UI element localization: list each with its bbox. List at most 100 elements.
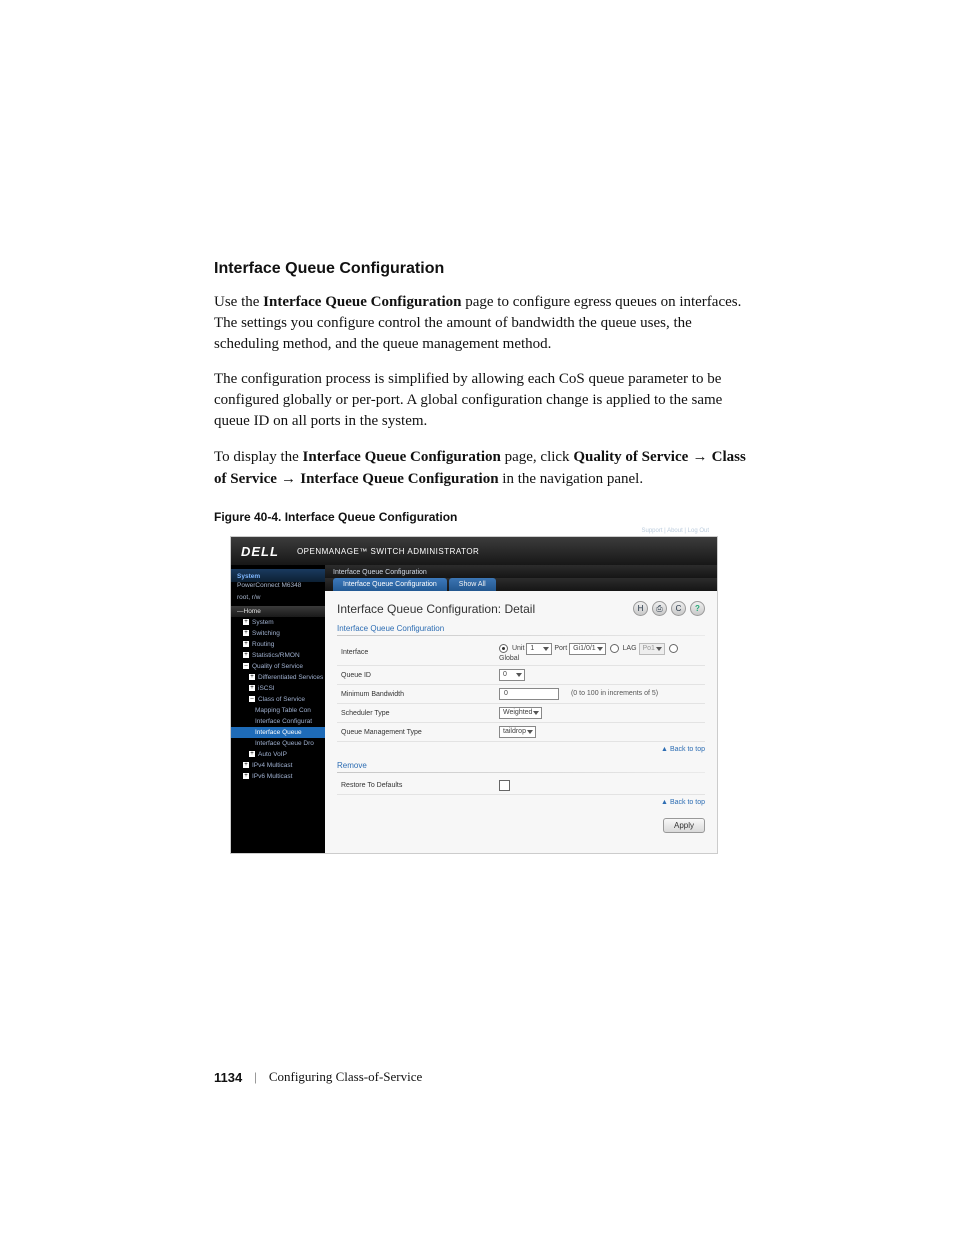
expand-icon: + (249, 751, 255, 757)
nav-sidebar: System PowerConnect M6348 root, r/w —Hom… (231, 565, 325, 853)
screenshot-interface-queue-config: Support | About | Log Out DELL OPENMANAG… (230, 536, 718, 854)
arrow-icon: → (277, 470, 300, 487)
sidebar-item-interface-queue[interactable]: Interface Queue (231, 727, 325, 738)
row-interface: Interface Unit 1 Port Gi1/0/1 LAG Po1 (337, 640, 705, 666)
sidebar-item-ipv4-multicast[interactable]: +IPv4 Multicast (231, 760, 325, 771)
sidebar-item-label: iSCSI (258, 685, 275, 692)
section-link-iqc[interactable]: Interface Queue Configuration (337, 624, 705, 633)
label-min-bandwidth: Minimum Bandwidth (337, 685, 495, 704)
product-name: OPENMANAGE™ SWITCH ADMINISTRATOR (297, 547, 479, 556)
paragraph-2: The configuration process is simplified … (214, 369, 754, 432)
sidebar-item-interface-config[interactable]: Interface Configurat (231, 716, 325, 727)
label-queue-mgmt-type: Queue Management Type (337, 723, 495, 742)
sidebar-item-label: Class of Service (258, 696, 305, 703)
back-to-top-label: Back to top (670, 746, 705, 753)
sidebar-item-iscsi[interactable]: +iSCSI (231, 683, 325, 694)
sidebar-item-label: Interface Queue Dro (255, 740, 314, 747)
triangle-up-icon: ▲ (661, 746, 668, 753)
arrow-icon: → (688, 448, 711, 465)
back-to-top-link-2[interactable]: ▲Back to top (337, 799, 705, 806)
app-topbar: Support | About | Log Out DELL OPENMANAG… (231, 537, 717, 565)
expand-icon: + (243, 773, 249, 779)
help-icon[interactable]: ? (690, 601, 705, 616)
back-to-top-label: Back to top (670, 799, 705, 806)
port-select[interactable]: Gi1/0/1 (569, 643, 606, 655)
tab-row: Interface Queue Configuration Show All (325, 578, 717, 591)
radio-global[interactable] (669, 644, 678, 653)
scheduler-type-select[interactable]: Weighted (499, 707, 542, 719)
section-heading: Interface Queue Configuration (214, 260, 754, 278)
refresh-icon[interactable]: C (671, 601, 686, 616)
divider (337, 635, 705, 636)
sidebar-item-system[interactable]: +System (231, 617, 325, 628)
sidebar-item-interface-queue-drop[interactable]: Interface Queue Dro (231, 738, 325, 749)
apply-button[interactable]: Apply (663, 818, 705, 833)
text: To display the (214, 449, 303, 465)
unit-label: Unit (512, 645, 524, 652)
figure-caption: Figure 40-4. Interface Queue Configurati… (214, 510, 754, 524)
config-table: Interface Unit 1 Port Gi1/0/1 LAG Po1 (337, 640, 705, 742)
sidebar-item-statistics[interactable]: +Statistics/RMON (231, 650, 325, 661)
expand-icon: + (243, 619, 249, 625)
tab-show-all[interactable]: Show All (449, 578, 496, 591)
label-restore-defaults: Restore To Defaults (337, 777, 495, 795)
label-interface: Interface (337, 640, 495, 666)
sidebar-system-header: System (231, 569, 325, 582)
sidebar-item-qos[interactable]: –Quality of Service (231, 661, 325, 672)
nav-step-1: Quality of Service (573, 449, 688, 465)
brand-logo: DELL (241, 544, 279, 559)
sidebar-user-role: root, r/w (231, 594, 325, 606)
sidebar-item-switching[interactable]: +Switching (231, 628, 325, 639)
detail-title: Interface Queue Configuration: Detail (337, 602, 535, 616)
triangle-up-icon: ▲ (661, 799, 668, 806)
top-links[interactable]: Support | About | Log Out (642, 528, 710, 534)
row-scheduler-type: Scheduler Type Weighted (337, 704, 705, 723)
radio-lag[interactable] (610, 644, 619, 653)
sidebar-item-home[interactable]: —Home (231, 606, 325, 617)
sidebar-item-diffserv[interactable]: +Differentiated Services (231, 672, 325, 683)
port-label: Port (554, 645, 567, 652)
global-label: Global (499, 655, 519, 662)
sidebar-item-ipv6-multicast[interactable]: +IPv6 Multicast (231, 771, 325, 782)
min-bandwidth-hint: (0 to 100 in increments of 5) (571, 690, 658, 697)
lag-select: Po1 (639, 643, 665, 655)
expand-icon: + (243, 652, 249, 658)
page-footer: 1134 | Configuring Class-of-Service (214, 1069, 422, 1085)
sidebar-item-mapping-table[interactable]: Mapping Table Con (231, 705, 325, 716)
collapse-icon: – (243, 663, 249, 669)
print-icon[interactable]: ⎙ (652, 601, 667, 616)
restore-defaults-checkbox[interactable] (499, 780, 510, 791)
sidebar-item-routing[interactable]: +Routing (231, 639, 325, 650)
expand-icon: + (243, 630, 249, 636)
sidebar-item-label: Differentiated Services (258, 674, 323, 681)
lag-label: LAG (623, 645, 637, 652)
label-queue-id: Queue ID (337, 666, 495, 685)
min-bandwidth-input[interactable]: 0 (499, 688, 559, 700)
remove-table: Restore To Defaults (337, 777, 705, 795)
sidebar-item-label: Quality of Service (252, 663, 303, 670)
expand-icon: + (243, 641, 249, 647)
sidebar-item-cos[interactable]: –Class of Service (231, 694, 325, 705)
tab-interface-queue-config[interactable]: Interface Queue Configuration (333, 578, 447, 591)
section-link-remove[interactable]: Remove (337, 761, 705, 770)
sidebar-item-auto-voip[interactable]: +Auto VoIP (231, 749, 325, 760)
radio-unit[interactable] (499, 644, 508, 653)
save-icon[interactable]: H (633, 601, 648, 616)
bold-term: Interface Queue Configuration (263, 294, 461, 310)
nav-step-3: Interface Queue Configuration (300, 471, 498, 487)
sidebar-item-label: Statistics/RMON (252, 652, 300, 659)
sidebar-item-label: Auto VoIP (258, 751, 287, 758)
expand-icon: + (249, 685, 255, 691)
sidebar-item-label: Interface Queue (255, 729, 302, 736)
sidebar-item-label: Home (244, 608, 261, 615)
back-to-top-link-1[interactable]: ▲Back to top (337, 746, 705, 753)
breadcrumb: Interface Queue Configuration (325, 565, 717, 578)
label-scheduler-type: Scheduler Type (337, 704, 495, 723)
sidebar-item-label: System (252, 619, 274, 626)
sidebar-item-label: Mapping Table Con (255, 707, 311, 714)
queue-mgmt-select[interactable]: taildrop (499, 726, 536, 738)
paragraph-1: Use the Interface Queue Configuration pa… (214, 292, 754, 355)
queue-id-select[interactable]: 0 (499, 669, 525, 681)
unit-select[interactable]: 1 (526, 643, 552, 655)
bold-term: Interface Queue Configuration (303, 449, 501, 465)
